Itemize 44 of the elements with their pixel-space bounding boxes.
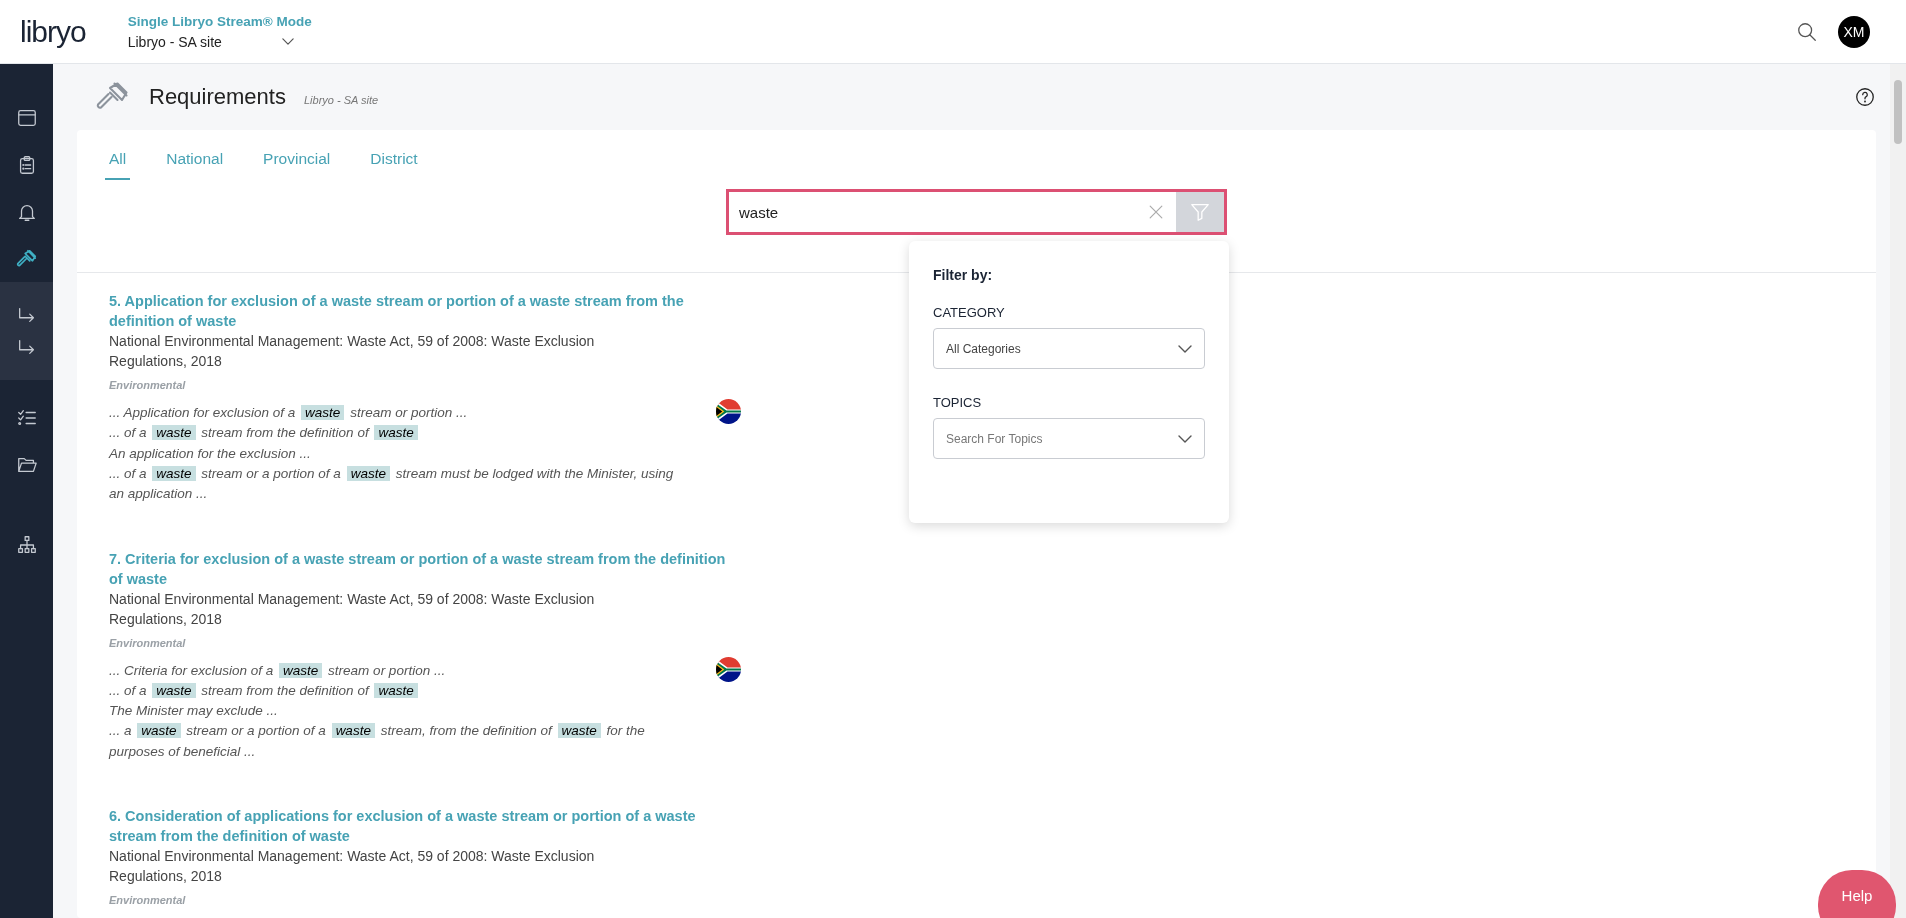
- field-label: CATEGORY: [933, 305, 1006, 321]
- chevron-down-icon: [1178, 344, 1192, 353]
- filter-button[interactable]: [1176, 192, 1224, 233]
- search-field[interactable]: waste: [729, 203, 1136, 221]
- result-snippet: ... of a waste stream from the definition of waste: [109, 680, 689, 702]
- search-bar[interactable]: waste: [726, 189, 1227, 236]
- result-source: National Environmental Management: Waste Act, 59 of 2008: Waste Exclusion Regulations, 2018: [109, 332, 596, 372]
- help-icon: [1854, 86, 1876, 108]
- tab[interactable]: Provincial: [259, 150, 335, 181]
- chevron-down-icon: [1178, 434, 1192, 443]
- logo: libryo: [20, 14, 86, 49]
- tab[interactable]: National: [162, 150, 228, 181]
- filter-icon: [1189, 201, 1211, 224]
- result-category: Environmental: [109, 636, 187, 649]
- search-icon: [1796, 20, 1818, 43]
- result-category: Environmental: [109, 894, 187, 906]
- flag-icon: [716, 656, 741, 682]
- result-snippet: ... Criteria for exclusion of a waste stream or portion ...: [109, 661, 447, 680]
- result-snippet: The Minister may exclude ...: [109, 702, 279, 721]
- result-snippet: An application for the exclusion ...: [109, 444, 312, 463]
- result-snippet: ... of a waste stream or a portion of a waste stream must be lodged with the Minister, using an application ...: [109, 464, 675, 504]
- page-subtitle: Libryo - SA site: [303, 94, 379, 106]
- filter-title: Filter by:: [933, 267, 994, 284]
- scrollbar[interactable]: [1890, 64, 1906, 918]
- result-source: National Environmental Management: Waste Act, 59 of 2008: Waste Exclusion Regulations, 2018: [109, 589, 596, 629]
- result-snippet: ... of a waste stream from the definition of waste: [109, 423, 689, 444]
- field-label: TOPICS: [933, 395, 983, 411]
- flag-icon: [716, 399, 741, 425]
- select-field[interactable]: Search For Topics: [933, 418, 1205, 460]
- site-dropdown[interactable]: Libryo - SA site: [127, 33, 312, 50]
- result-title-link[interactable]: 7. Criteria for exclusion of a waste stream or portion of a waste stream from the definition of waste: [109, 548, 741, 589]
- stream-mode-title: Single Libryo Stream® Mode: [127, 13, 312, 29]
- result-snippet: ... Application for exclusion of a waste stream or portion ...: [109, 404, 469, 423]
- tab[interactable]: District: [366, 150, 422, 181]
- result-source: National Environmental Management: Waste Act, 59 of 2008: Waste Exclusion Regulations, 2018: [109, 847, 596, 886]
- result-title-link[interactable]: 5. Application for exclusion of a waste stream or portion of a waste stream from the definition of waste: [109, 291, 741, 332]
- page-title: Requirements: [149, 84, 286, 110]
- result-snippet: ... a waste stream or a portion of a waste stream, from the definition of waste for the purposes of beneficial ...: [109, 722, 646, 761]
- chevron-down-icon: [281, 38, 294, 45]
- tab[interactable]: All: [105, 150, 131, 181]
- result-category: Environmental: [109, 379, 187, 392]
- result-title-link[interactable]: 6. Consideration of applications for exclusion of a waste stream or portion of a waste stream from the definition of waste: [109, 806, 741, 846]
- select-field[interactable]: All Categories: [933, 328, 1205, 370]
- user-avatar[interactable]: XM: [1838, 15, 1870, 48]
